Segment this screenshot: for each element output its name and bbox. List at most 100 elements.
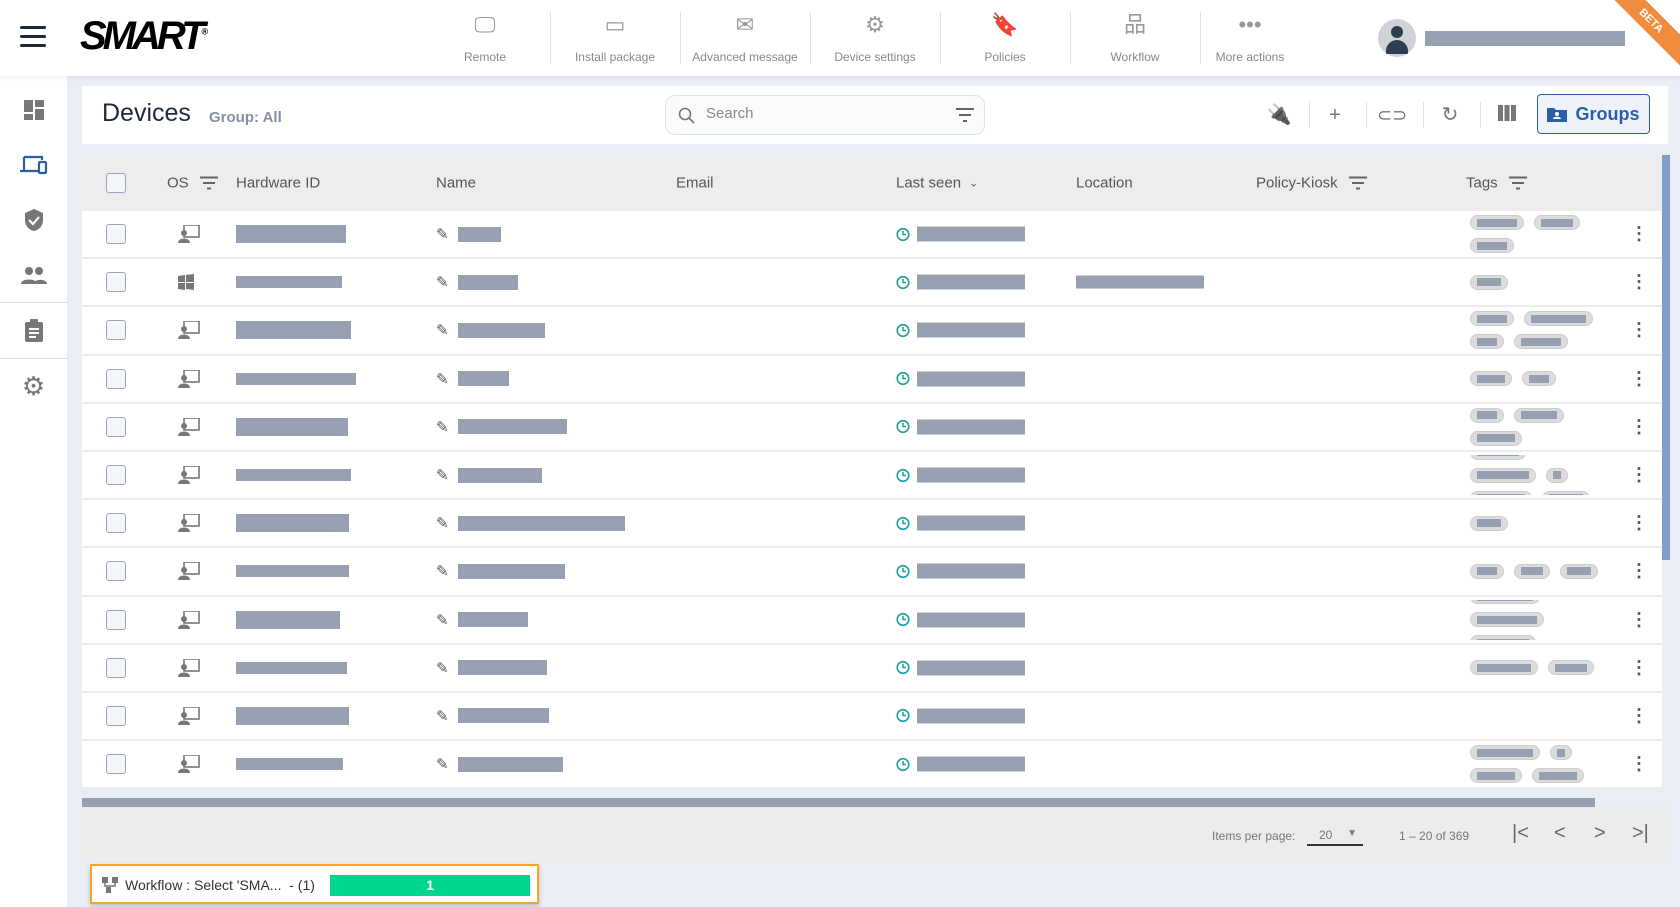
tag-chip[interactable] — [1470, 563, 1504, 579]
column-header-tags[interactable]: Tags — [1466, 175, 1527, 192]
edit-name-icon[interactable]: ✎ — [436, 418, 449, 436]
row-checkbox[interactable] — [106, 609, 126, 630]
action-policies[interactable]: 🔖 Policies — [940, 10, 1070, 66]
row-menu-icon[interactable]: ⋮ — [1630, 609, 1648, 630]
column-header-name[interactable]: Name — [436, 175, 476, 192]
tag-chip[interactable] — [1470, 407, 1504, 423]
row-menu-icon[interactable]: ⋮ — [1630, 320, 1648, 341]
row-menu-icon[interactable]: ⋮ — [1630, 416, 1648, 437]
row-checkbox[interactable] — [106, 657, 126, 678]
tag-chip[interactable] — [1542, 490, 1590, 496]
last-page-icon[interactable]: >| — [1632, 822, 1649, 845]
edit-name-icon[interactable]: ✎ — [436, 755, 449, 773]
tag-chip[interactable] — [1470, 745, 1540, 761]
tag-chip[interactable] — [1470, 515, 1508, 531]
sidebar-item-dashboard[interactable] — [0, 82, 67, 137]
filter-icon[interactable] — [1508, 176, 1527, 190]
previous-page-icon[interactable]: < — [1554, 822, 1566, 845]
edit-name-icon[interactable]: ✎ — [436, 659, 449, 677]
tag-chip[interactable] — [1548, 660, 1594, 676]
groups-button[interactable]: Groups — [1537, 94, 1650, 134]
action-advanced-message[interactable]: ✉ Advanced message — [680, 10, 810, 66]
row-menu-icon[interactable]: ⋮ — [1630, 754, 1648, 775]
tag-chip[interactable] — [1524, 311, 1593, 327]
group-label[interactable]: Group: All — [209, 109, 282, 126]
sidebar-item-users[interactable] — [0, 247, 67, 302]
filter-icon[interactable] — [1348, 176, 1367, 190]
horizontal-scrollbar[interactable] — [82, 798, 1595, 807]
add-icon[interactable]: + — [1320, 100, 1350, 130]
row-menu-icon[interactable]: ⋮ — [1630, 513, 1648, 534]
row-checkbox[interactable] — [106, 368, 126, 389]
edit-name-icon[interactable]: ✎ — [436, 466, 449, 484]
user-name-redacted[interactable] — [1425, 31, 1625, 46]
row-checkbox[interactable] — [106, 465, 126, 486]
action-device-settings[interactable]: ⚙ Device settings — [810, 10, 940, 66]
row-checkbox[interactable] — [106, 705, 126, 726]
sidebar-item-security[interactable] — [0, 192, 67, 247]
row-menu-icon[interactable]: ⋮ — [1630, 657, 1648, 678]
action-workflow[interactable]: 品 Workflow — [1070, 10, 1200, 66]
table-row[interactable]: ✎ ⋮ — [82, 644, 1662, 693]
edit-name-icon[interactable]: ✎ — [436, 514, 449, 532]
next-page-icon[interactable]: > — [1594, 822, 1606, 845]
table-row[interactable]: ✎ ⋮ — [82, 307, 1662, 356]
tag-chip[interactable] — [1470, 371, 1512, 387]
column-header-email[interactable]: Email — [676, 175, 714, 192]
row-checkbox[interactable] — [106, 561, 126, 582]
action-remote[interactable]: 🖵 Remote — [420, 10, 550, 66]
link-icon[interactable]: ⊂⊃ — [1377, 100, 1407, 130]
row-menu-icon[interactable]: ⋮ — [1630, 272, 1648, 293]
table-row[interactable]: ✎ ⋮ — [82, 741, 1662, 790]
action-more-actions[interactable]: ••• More actions — [1185, 10, 1315, 66]
row-checkbox[interactable] — [106, 513, 126, 534]
edit-name-icon[interactable]: ✎ — [436, 273, 449, 291]
tag-chip[interactable] — [1470, 768, 1522, 784]
menu-icon[interactable] — [20, 26, 46, 48]
column-header-location[interactable]: Location — [1076, 175, 1133, 192]
tag-chip[interactable] — [1470, 635, 1536, 640]
column-header-policy-kiosk[interactable]: Policy-Kiosk — [1256, 175, 1367, 192]
tag-chip[interactable] — [1532, 768, 1584, 784]
action-install-package[interactable]: ▭ Install package — [550, 10, 680, 66]
tag-chip[interactable] — [1546, 467, 1568, 483]
tag-chip[interactable] — [1470, 274, 1508, 290]
filter-icon[interactable] — [956, 108, 974, 122]
row-checkbox[interactable] — [106, 272, 126, 293]
sidebar-item-settings[interactable]: ⚙ — [0, 359, 67, 414]
edit-name-icon[interactable]: ✎ — [436, 611, 449, 629]
table-row[interactable]: ✎ ⋮ — [82, 596, 1662, 645]
sidebar-item-reports[interactable] — [0, 303, 67, 358]
row-menu-icon[interactable]: ⋮ — [1630, 368, 1648, 389]
tag-chip[interactable] — [1470, 467, 1536, 483]
tag-chip[interactable] — [1514, 334, 1568, 350]
table-row[interactable]: ✎ ⋮ — [82, 548, 1662, 597]
refresh-icon[interactable]: ↻ — [1435, 100, 1465, 130]
plug-icon[interactable]: 🔌 — [1264, 100, 1294, 130]
column-header-hardware-id[interactable]: Hardware ID — [236, 175, 320, 192]
row-menu-icon[interactable]: ⋮ — [1630, 224, 1648, 245]
vertical-scrollbar[interactable] — [1662, 155, 1670, 560]
first-page-icon[interactable]: |< — [1512, 822, 1529, 845]
select-all-checkbox[interactable] — [106, 173, 126, 193]
row-menu-icon[interactable]: ⋮ — [1630, 705, 1648, 726]
workflow-progress-toast[interactable]: Workflow : Select 'SMA... - (1) 1 — [90, 864, 539, 904]
tag-chip[interactable] — [1470, 311, 1514, 327]
tag-chip[interactable] — [1470, 430, 1522, 446]
tag-chip[interactable] — [1522, 371, 1556, 387]
row-menu-icon[interactable]: ⋮ — [1630, 561, 1648, 582]
tag-chip[interactable] — [1470, 455, 1526, 460]
row-menu-icon[interactable]: ⋮ — [1630, 465, 1648, 486]
tag-chip[interactable] — [1470, 215, 1524, 231]
column-header-last-seen[interactable]: Last seen ⌄ — [896, 175, 978, 192]
table-row[interactable]: ✎ ⋮ — [82, 403, 1662, 452]
sort-chevron-icon[interactable]: ⌄ — [969, 177, 978, 190]
tag-chip[interactable] — [1470, 490, 1532, 496]
search-input[interactable] — [706, 105, 936, 122]
row-checkbox[interactable] — [106, 416, 126, 437]
tag-chip[interactable] — [1470, 599, 1540, 605]
row-checkbox[interactable] — [106, 224, 126, 245]
table-row[interactable]: ✎ ⋮ — [82, 692, 1662, 742]
edit-name-icon[interactable]: ✎ — [436, 707, 449, 725]
avatar[interactable] — [1378, 19, 1416, 57]
